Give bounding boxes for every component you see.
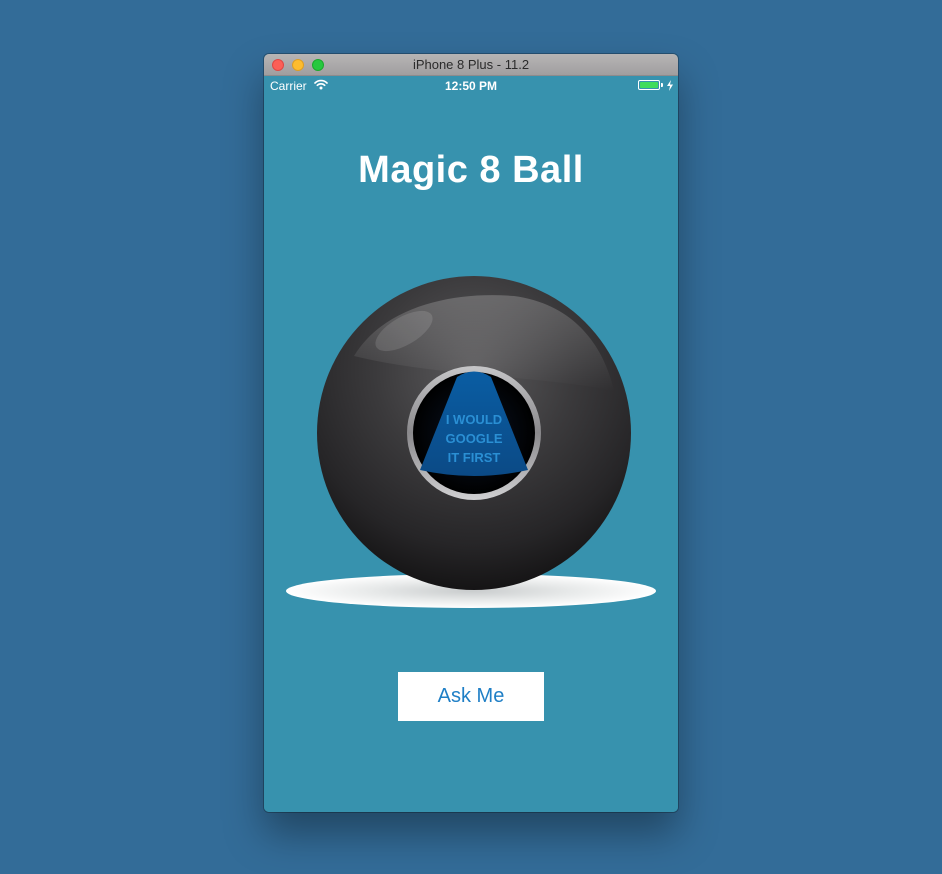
window-title: iPhone 8 Plus - 11.2 [412,57,530,72]
battery-cap [661,83,663,87]
answer-text-line-3: IT FIRST [448,450,501,465]
answer-text-line-2: GOOGLE [445,431,502,446]
answer-text-line-1: I WOULD [446,412,502,427]
app-title: Magic 8 Ball [358,149,584,191]
magic-8-ball-graphic: I WOULD GOOGLE IT FIRST [286,276,656,608]
status-time: 12:50 PM [444,79,498,93]
status-bar: Carrier 12:50 PM [264,76,678,96]
battery-icon [638,80,660,90]
magic-8-ball-image: I WOULD GOOGLE IT FIRST [284,276,658,616]
window-titlebar[interactable]: iPhone 8 Plus - 11.2 [264,54,678,76]
ask-me-button[interactable]: Ask Me [398,672,544,721]
battery-level [640,82,658,88]
charging-bolt-icon [667,80,673,91]
simulator-window: iPhone 8 Plus - 11.2 Carrier 12:50 PM Ma… [264,54,678,812]
device-screen: Carrier 12:50 PM Magic 8 Ball I WOULD GO… [264,76,678,812]
